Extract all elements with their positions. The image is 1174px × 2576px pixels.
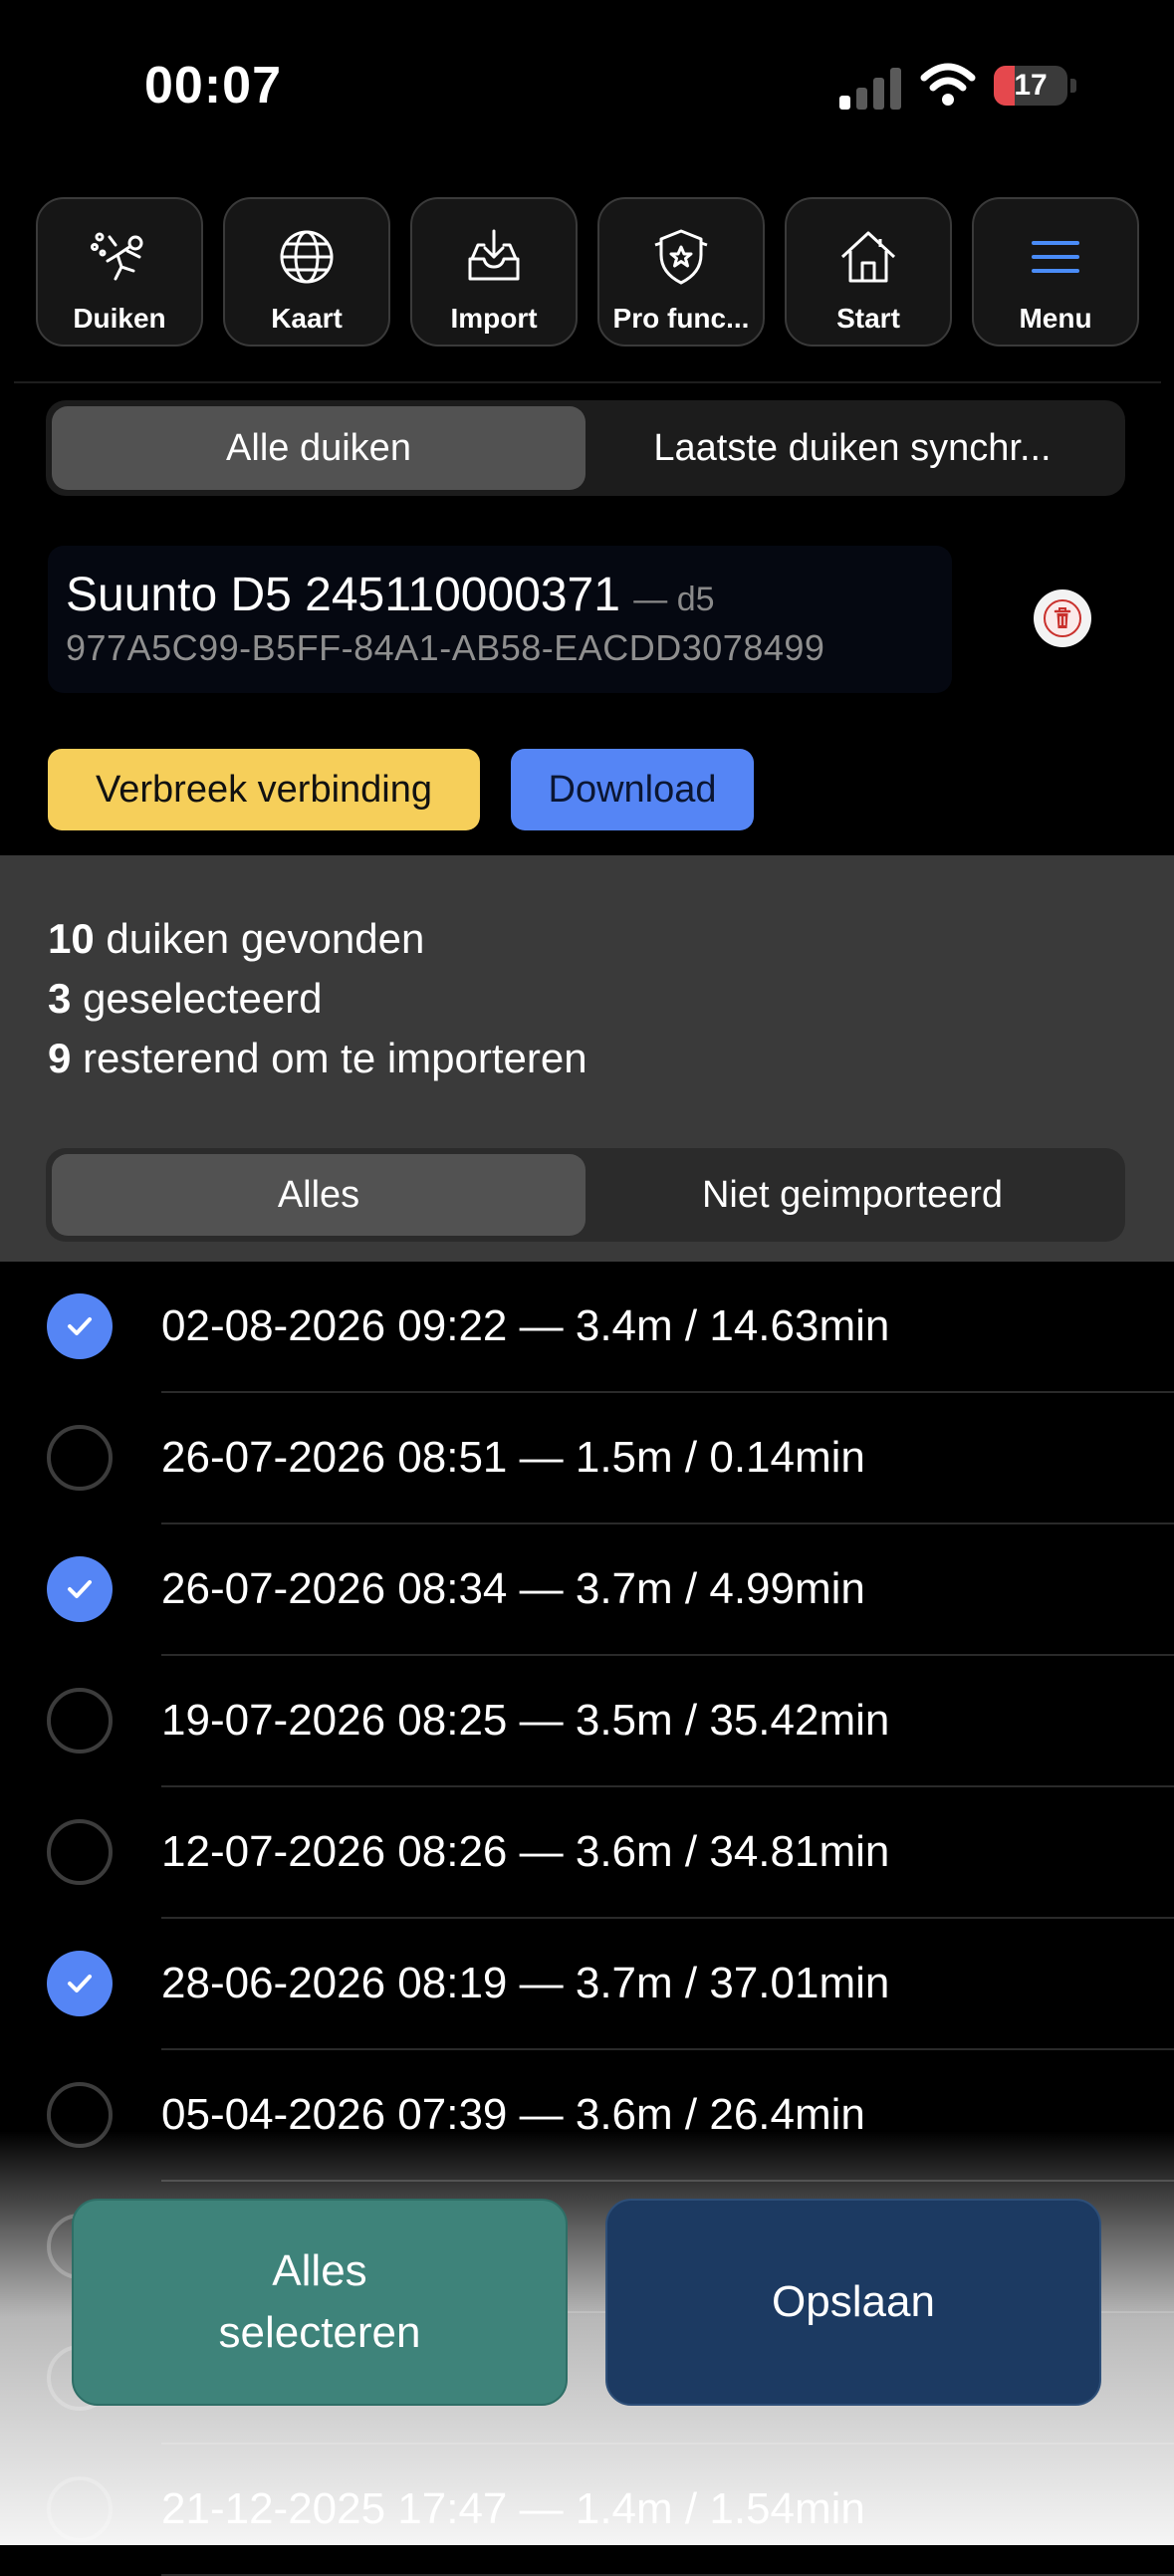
- dive-label: 21-12-2025 17:47 — 1.4m / 1.54min: [161, 2484, 865, 2533]
- dive-row[interactable]: 05-04-2026 07:39 — 3.6m / 26.4min: [0, 2050, 1174, 2182]
- select-all-line-2: selecteren: [218, 2308, 421, 2357]
- toolbar-label: Kaart: [271, 303, 343, 334]
- stat-remaining: 9 resterend om te importeren: [48, 1035, 587, 1082]
- trash-icon: [1044, 599, 1081, 637]
- toolbar-button-kaart[interactable]: Kaart: [223, 197, 390, 347]
- device-card[interactable]: Suunto D5 245110000371 — d5 977A5C99-B5F…: [48, 546, 952, 693]
- battery-level: 17: [1014, 69, 1048, 102]
- toolbar-button-start[interactable]: Start: [785, 197, 952, 347]
- dive-checkbox-checked[interactable]: [47, 1293, 113, 1359]
- wifi-icon: [920, 63, 976, 106]
- device-uuid: 977A5C99-B5FF-84A1-AB58-EACDD3078499: [66, 627, 825, 668]
- filter-segmented-control: Alles Niet geimporteerd: [46, 1148, 1125, 1242]
- toolbar-label: Menu: [1019, 303, 1092, 334]
- toolbar-label: Duiken: [73, 303, 166, 334]
- stat-remaining-text: resterend om te importeren: [83, 1035, 587, 1081]
- toolbar-label: Start: [836, 303, 900, 334]
- toolbar-button-pro-functies[interactable]: Pro func...: [597, 197, 765, 347]
- device-model: — d5: [633, 581, 715, 618]
- stat-selected: 3 geselecteerd: [48, 975, 323, 1023]
- tab-filter-alles[interactable]: Alles: [52, 1154, 586, 1236]
- toolbar-button-menu[interactable]: Menu: [972, 197, 1139, 347]
- dive-checkbox[interactable]: [47, 2476, 113, 2542]
- dive-row[interactable]: 28-06-2026 08:19 — 3.7m / 37.01min: [0, 1919, 1174, 2050]
- dive-label: 02-08-2026 09:22 — 3.4m / 14.63min: [161, 1301, 890, 1350]
- save-button[interactable]: Opslaan: [605, 2199, 1101, 2406]
- select-all-line-1: Alles: [272, 2246, 367, 2295]
- divider: [14, 381, 1161, 383]
- shield-star-icon: [654, 229, 708, 285]
- dive-label: 05-04-2026 07:39 — 3.6m / 26.4min: [161, 2090, 865, 2139]
- toolbar-label: Import: [450, 303, 538, 334]
- stat-selected-text: geselecteerd: [83, 975, 323, 1022]
- diver-icon: [91, 232, 143, 281]
- status-bar: 00:07 17: [0, 0, 1174, 174]
- inbox-download-icon: [468, 229, 520, 281]
- dive-checkbox[interactable]: [47, 2082, 113, 2148]
- select-all-button[interactable]: Alles selecteren: [72, 2199, 568, 2406]
- home-icon: [840, 231, 896, 283]
- checkmark-icon: [68, 1580, 92, 1598]
- globe-icon: [280, 230, 334, 284]
- dive-row[interactable]: 26-07-2026 08:51 — 1.5m / 0.14min: [0, 1393, 1174, 1524]
- dive-row[interactable]: 12-07-2026 08:26 — 3.6m / 34.81min: [0, 1787, 1174, 1919]
- dive-row[interactable]: 19-07-2026 08:25 — 3.5m / 35.42min: [0, 1656, 1174, 1787]
- status-time: 00:07: [144, 57, 282, 115]
- tab-filter-niet-geimporteerd[interactable]: Niet geimporteerd: [586, 1154, 1119, 1236]
- device-name: Suunto D5 245110000371: [66, 569, 620, 621]
- toolbar-label: Pro func...: [612, 303, 750, 334]
- dive-checkbox-checked[interactable]: [47, 1556, 113, 1622]
- hamburger-menu-icon: [1032, 241, 1079, 273]
- checkmark-icon: [68, 1975, 92, 1992]
- cellular-signal-icon: [839, 64, 903, 110]
- dive-row[interactable]: 21-12-2025 17:47 — 1.4m / 1.54min: [0, 2445, 1174, 2576]
- dive-label: 26-07-2026 08:51 — 1.5m / 0.14min: [161, 1433, 865, 1482]
- toolbar-button-duiken[interactable]: Duiken: [36, 197, 203, 347]
- stat-found-count: 10: [48, 915, 95, 962]
- dive-row[interactable]: 02-08-2026 09:22 — 3.4m / 14.63min: [0, 1262, 1174, 1393]
- toolbar-button-import[interactable]: Import: [410, 197, 578, 347]
- checkmark-icon: [68, 1317, 92, 1335]
- device-name-line: Suunto D5 245110000371 — d5: [66, 568, 715, 622]
- top-toolbar: Duiken Kaart Import Pro func... Start Me…: [36, 197, 1139, 349]
- dive-row[interactable]: 26-07-2026 08:34 — 3.7m / 4.99min: [0, 1524, 1174, 1656]
- view-segmented-control: Alle duiken Laatste duiken synchr...: [46, 400, 1125, 496]
- dive-checkbox-checked[interactable]: [47, 1951, 113, 2016]
- battery-icon: 17: [994, 66, 1067, 106]
- tab-laatste-duiken-synchroniseren[interactable]: Laatste duiken synchr...: [586, 406, 1119, 490]
- dive-checkbox[interactable]: [47, 1688, 113, 1754]
- stat-found: 10 duiken gevonden: [48, 915, 424, 963]
- dive-label: 12-07-2026 08:26 — 3.6m / 34.81min: [161, 1827, 890, 1876]
- dive-checkbox[interactable]: [47, 1425, 113, 1491]
- dive-label: 19-07-2026 08:25 — 3.5m / 35.42min: [161, 1696, 890, 1745]
- download-button[interactable]: Download: [511, 749, 754, 830]
- disconnect-button[interactable]: Verbreek verbinding: [48, 749, 480, 830]
- stat-found-text: duiken gevonden: [106, 915, 425, 962]
- dive-label: 28-06-2026 08:19 — 3.7m / 37.01min: [161, 1959, 890, 2007]
- dive-checkbox[interactable]: [47, 1819, 113, 1885]
- tab-alle-duiken[interactable]: Alle duiken: [52, 406, 586, 490]
- select-all-label: Alles selecteren: [218, 2240, 420, 2364]
- stat-selected-count: 3: [48, 975, 72, 1022]
- dive-label: 26-07-2026 08:34 — 3.7m / 4.99min: [161, 1564, 865, 1613]
- stat-remaining-count: 9: [48, 1035, 72, 1081]
- delete-device-button[interactable]: [1034, 589, 1091, 647]
